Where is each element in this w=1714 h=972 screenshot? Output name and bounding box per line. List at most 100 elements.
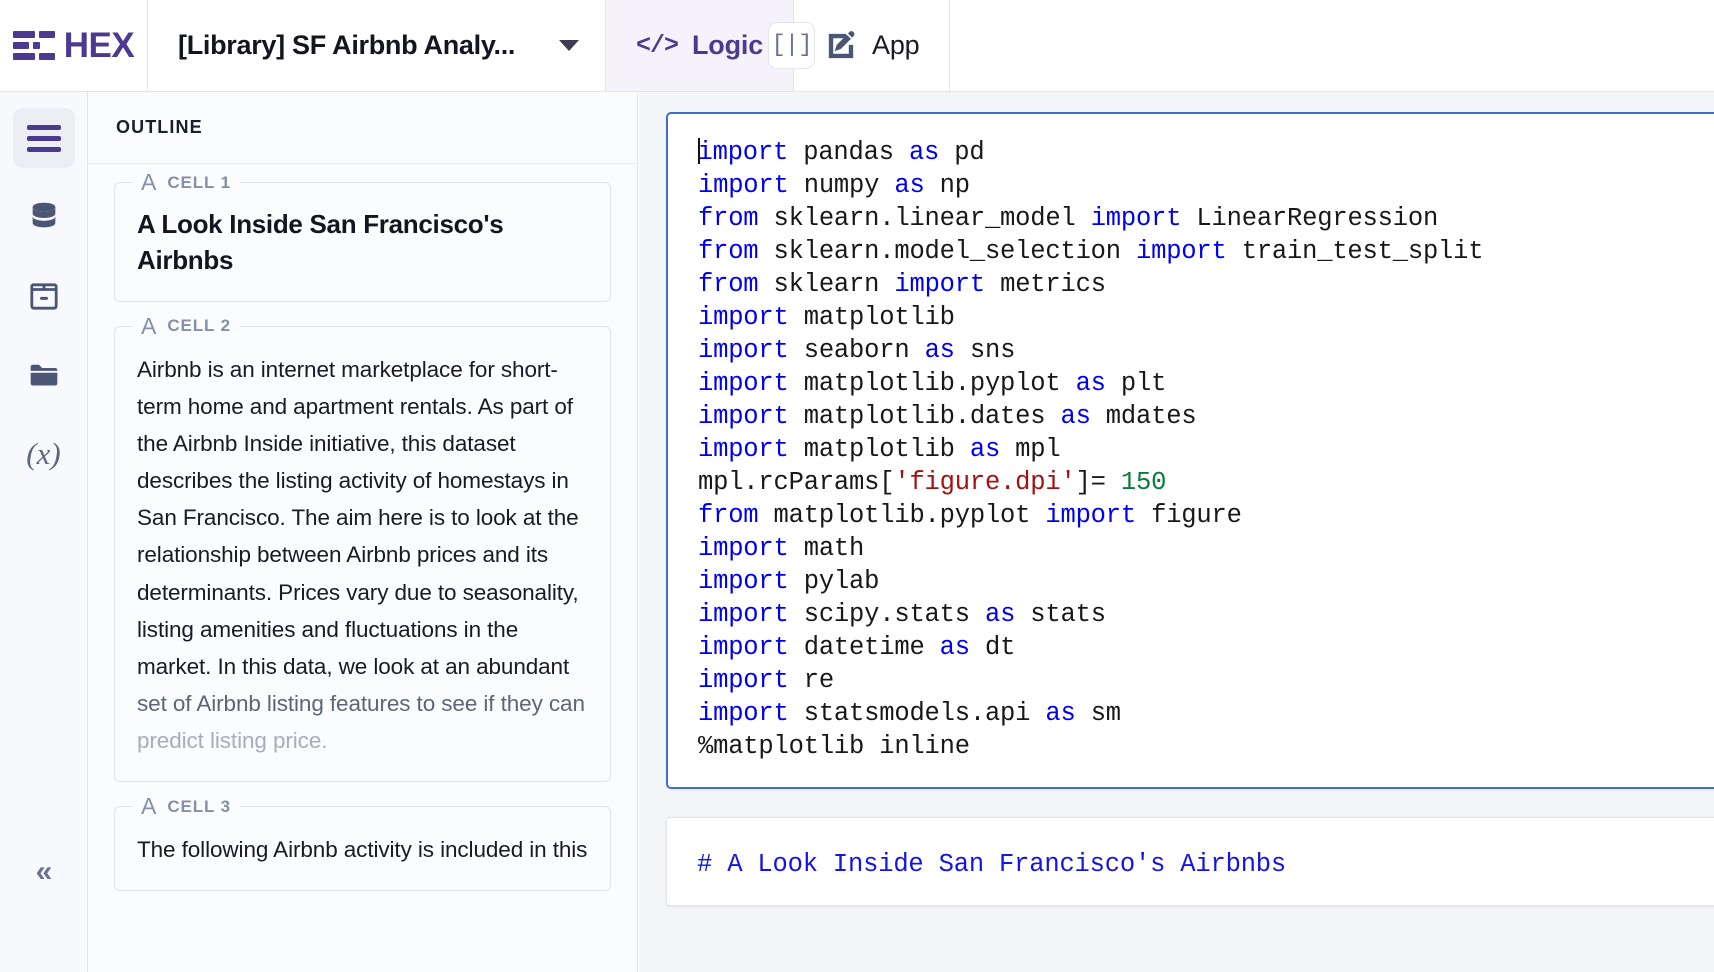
code-cell-2[interactable]: # A Look Inside San Francisco's Airbnbs [666,817,1714,906]
sidebar-item-outline[interactable] [13,108,75,168]
split-view-icon[interactable]: [|] [768,22,815,69]
code-token: sklearn [758,270,894,299]
code-cell-1[interactable]: import pandas as pdimport numpy as npfro… [666,112,1714,789]
code-line: from sklearn.linear_model import LinearR… [698,202,1714,235]
code-token: as [970,435,1000,464]
outline-cell-2-number: CELL 2 [167,316,231,336]
code-token: np [925,171,970,200]
code-token: import [698,369,789,398]
collapse-sidebar-button[interactable]: « [24,852,64,892]
code-token: dt [970,633,1015,662]
pencil-square-icon [824,29,858,63]
code-token: as [940,633,970,662]
code-line: mpl.rcParams['figure.dpi']= 150 [698,466,1714,499]
page-title: [Library] SF Airbnb Analy... [178,30,543,61]
outline-cell-2-legend: A CELL 2 [132,315,240,338]
code-brackets-icon: </> [636,31,678,60]
code-line: import matplotlib.pyplot as plt [698,367,1714,400]
logic-code-pane: import pandas as pdimport numpy as npfro… [639,92,1714,972]
outline-cell-2[interactable]: A CELL 2 Airbnb is an internet marketpla… [114,326,611,782]
code-token: import [698,534,789,563]
brand-wordmark: HEX [64,28,134,63]
project-title-menu[interactable]: [Library] SF Airbnb Analy... [148,0,606,91]
code-token: datetime [789,633,940,662]
code-token: pandas [788,138,909,167]
variable-x-icon: (x) [26,436,60,472]
code-token: import [698,633,789,662]
code-token: as [1060,402,1090,431]
brand-logo[interactable]: HEX [0,0,148,91]
outline-list: A CELL 1 A Look Inside San Francisco's A… [88,164,637,891]
code-line: import seaborn as sns [698,334,1714,367]
database-icon [27,200,61,234]
code-token: matplotlib.pyplot [789,369,1076,398]
code-token: import [698,303,789,332]
code-token: import [698,402,789,431]
code-token: scipy.stats [789,600,985,629]
sidebar-item-variables[interactable]: (x) [13,424,75,484]
sidebar-item-data-sources[interactable] [13,187,75,247]
icon-rail: (x) « [0,92,88,972]
code-line: from sklearn import metrics [698,268,1714,301]
code-token: re [789,666,834,695]
code-token: from [698,204,758,233]
code-token: seaborn [789,336,925,365]
code-token: matplotlib [789,435,970,464]
outline-cell-2-body: Airbnb is an internet marketplace for sh… [137,351,588,685]
code-line: import datetime as dt [698,631,1714,664]
chevron-down-icon[interactable] [559,40,579,51]
outline-cell-2-body-fade-2: predict listing price. [137,722,588,759]
text-cell-type-icon: A [141,315,156,338]
code-token: sns [955,336,1015,365]
outline-cell-3[interactable]: A CELL 3 The following Airbnb activity i… [114,806,611,891]
code-token: as [1076,369,1106,398]
code-token: mpl [1000,435,1060,464]
code-token: %matplotlib inline [698,732,970,761]
code-token: as [985,600,1015,629]
text-cell-type-icon: A [141,795,156,818]
text-cell-type-icon: A [141,171,156,194]
code-token: statsmodels.api [789,699,1046,728]
code-token: sm [1076,699,1121,728]
code-token: from [698,270,758,299]
outline-cell-1-title: A Look Inside San Francisco's Airbnbs [137,207,588,279]
code-line: # A Look Inside San Francisco's Airbnbs [697,848,1714,881]
code-token: import [698,138,789,167]
code-line: import matplotlib [698,301,1714,334]
code-token: numpy [789,171,895,200]
tab-logic[interactable]: </> Logic [606,0,794,91]
code-token: import [698,336,789,365]
code-token: import [1091,204,1182,233]
tab-app[interactable]: App [794,0,950,91]
code-line: import scipy.stats as stats [698,598,1714,631]
code-line: import math [698,532,1714,565]
code-token: as [925,336,955,365]
code-token: train_test_split [1227,237,1484,266]
chevrons-left-icon: « [36,855,53,889]
code-token: as [909,138,939,167]
code-token: sklearn.linear_model [758,204,1090,233]
sidebar-item-packages[interactable] [13,266,75,326]
code-token: math [789,534,865,563]
code-token: as [1045,699,1075,728]
code-line: from sklearn.model_selection import trai… [698,235,1714,268]
outline-title: OUTLINE [116,117,203,138]
code-token: pylab [789,567,880,596]
sidebar-item-files[interactable] [13,345,75,405]
code-line: import statsmodels.api as sm [698,697,1714,730]
code-token: import [894,270,985,299]
code-token: import [698,567,789,596]
outline-cell-1[interactable]: A CELL 1 A Look Inside San Francisco's A… [114,182,611,302]
code-line: import matplotlib as mpl [698,433,1714,466]
code-token: import [1136,237,1227,266]
code-token: figure [1136,501,1242,530]
code-token: mdates [1091,402,1197,431]
split-view-label: [|] [771,32,811,59]
outline-panel: OUTLINE A CELL 1 A Look Inside San Franc… [88,92,638,972]
code-token: import [1045,501,1136,530]
archive-box-icon [27,279,61,313]
code-token: import [698,666,789,695]
code-token: mpl.rcParams[ [698,468,894,497]
code-token: 150 [1121,468,1166,497]
code-token: # A Look Inside San Francisco's Airbnbs [697,850,1286,879]
